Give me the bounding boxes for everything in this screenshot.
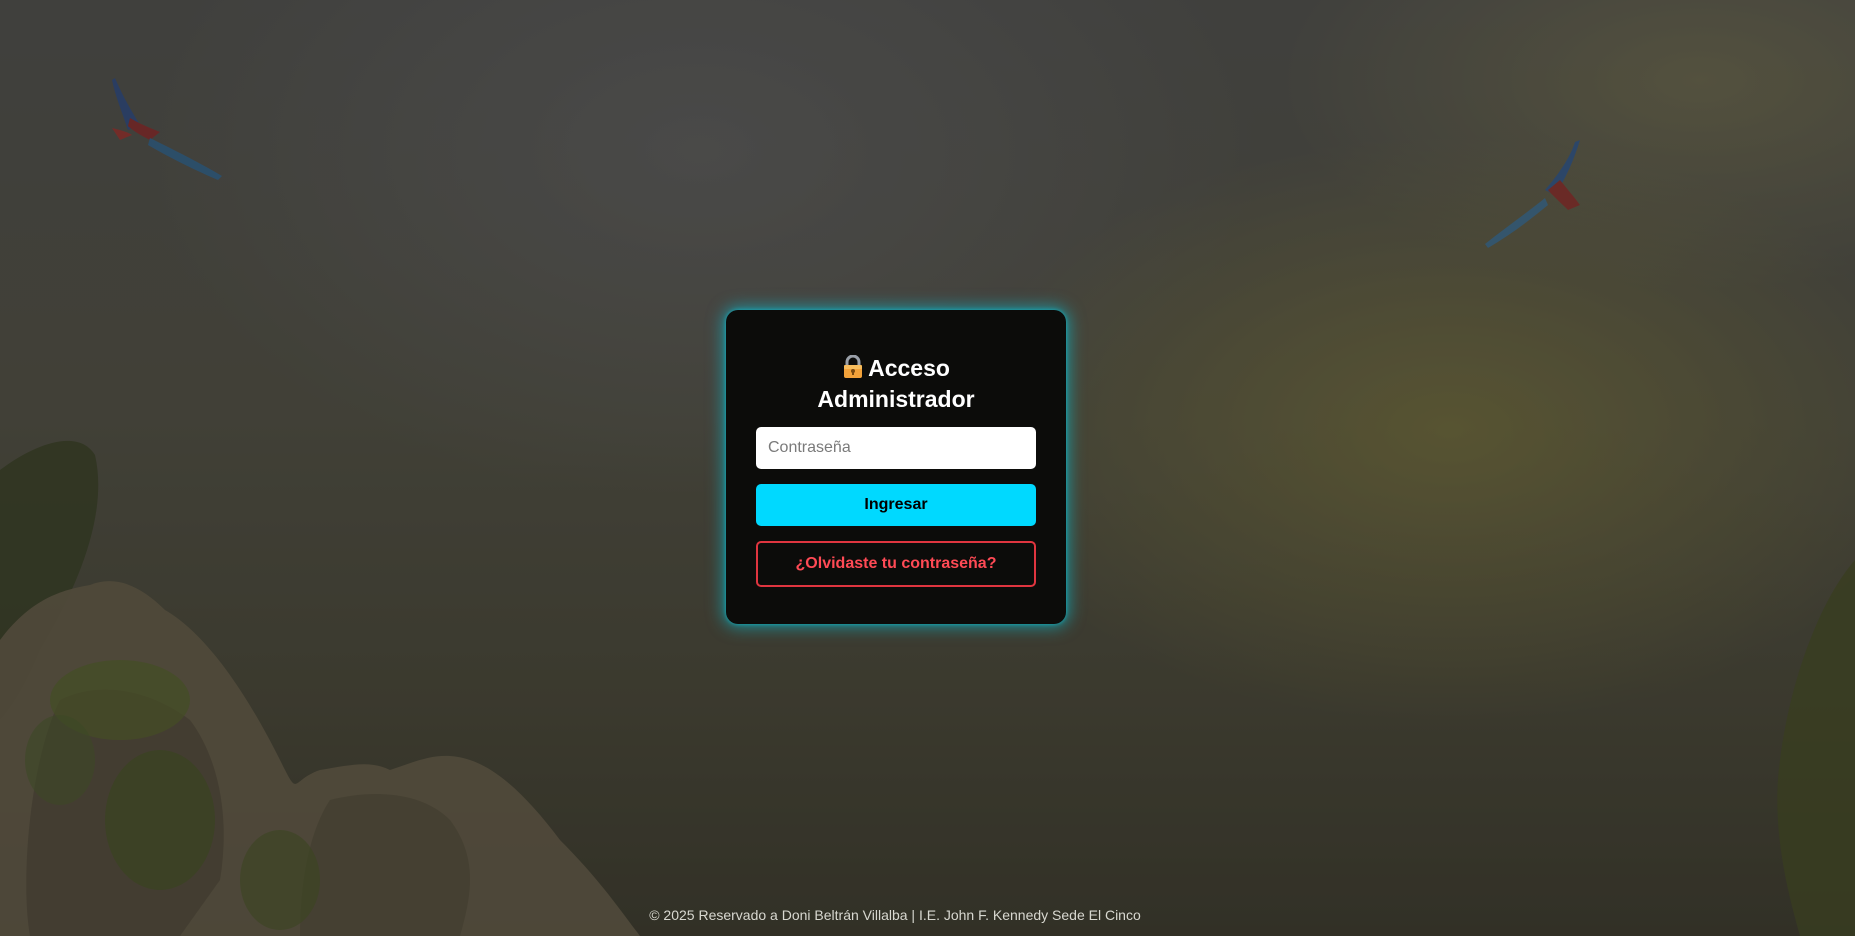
title-line1: Acceso: [868, 355, 950, 381]
password-input[interactable]: [756, 427, 1036, 469]
footer-copyright: © 2025 Reservado a Doni Beltrán Villalba…: [649, 907, 1141, 923]
login-card: Acceso Administrador Ingresar ¿Olvidaste…: [726, 310, 1066, 624]
login-title: Acceso Administrador: [756, 354, 1036, 413]
lock-icon: [842, 354, 864, 385]
title-line2: Administrador: [817, 386, 975, 412]
login-button[interactable]: Ingresar: [756, 484, 1036, 526]
login-page: Acceso Administrador Ingresar ¿Olvidaste…: [0, 0, 1855, 936]
forgot-password-button[interactable]: ¿Olvidaste tu contraseña?: [756, 541, 1036, 587]
